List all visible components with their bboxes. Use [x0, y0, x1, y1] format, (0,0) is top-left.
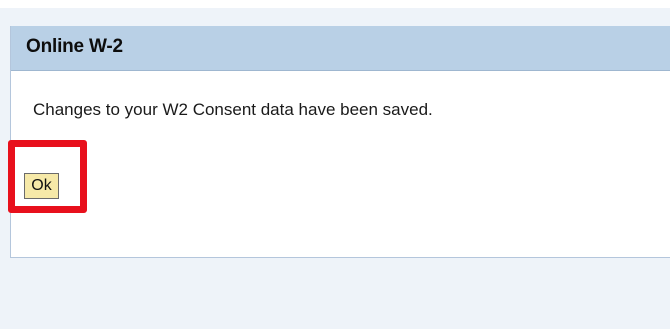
- panel-title: Online W-2: [26, 36, 123, 57]
- panel-header: Online W-2: [11, 26, 670, 71]
- confirmation-message: Changes to your W2 Consent data have bee…: [33, 100, 433, 119]
- confirmation-panel: Online W-2 Changes to your W2 Consent da…: [10, 26, 670, 258]
- ok-button[interactable]: Ok: [24, 173, 59, 199]
- top-strip: [0, 0, 670, 8]
